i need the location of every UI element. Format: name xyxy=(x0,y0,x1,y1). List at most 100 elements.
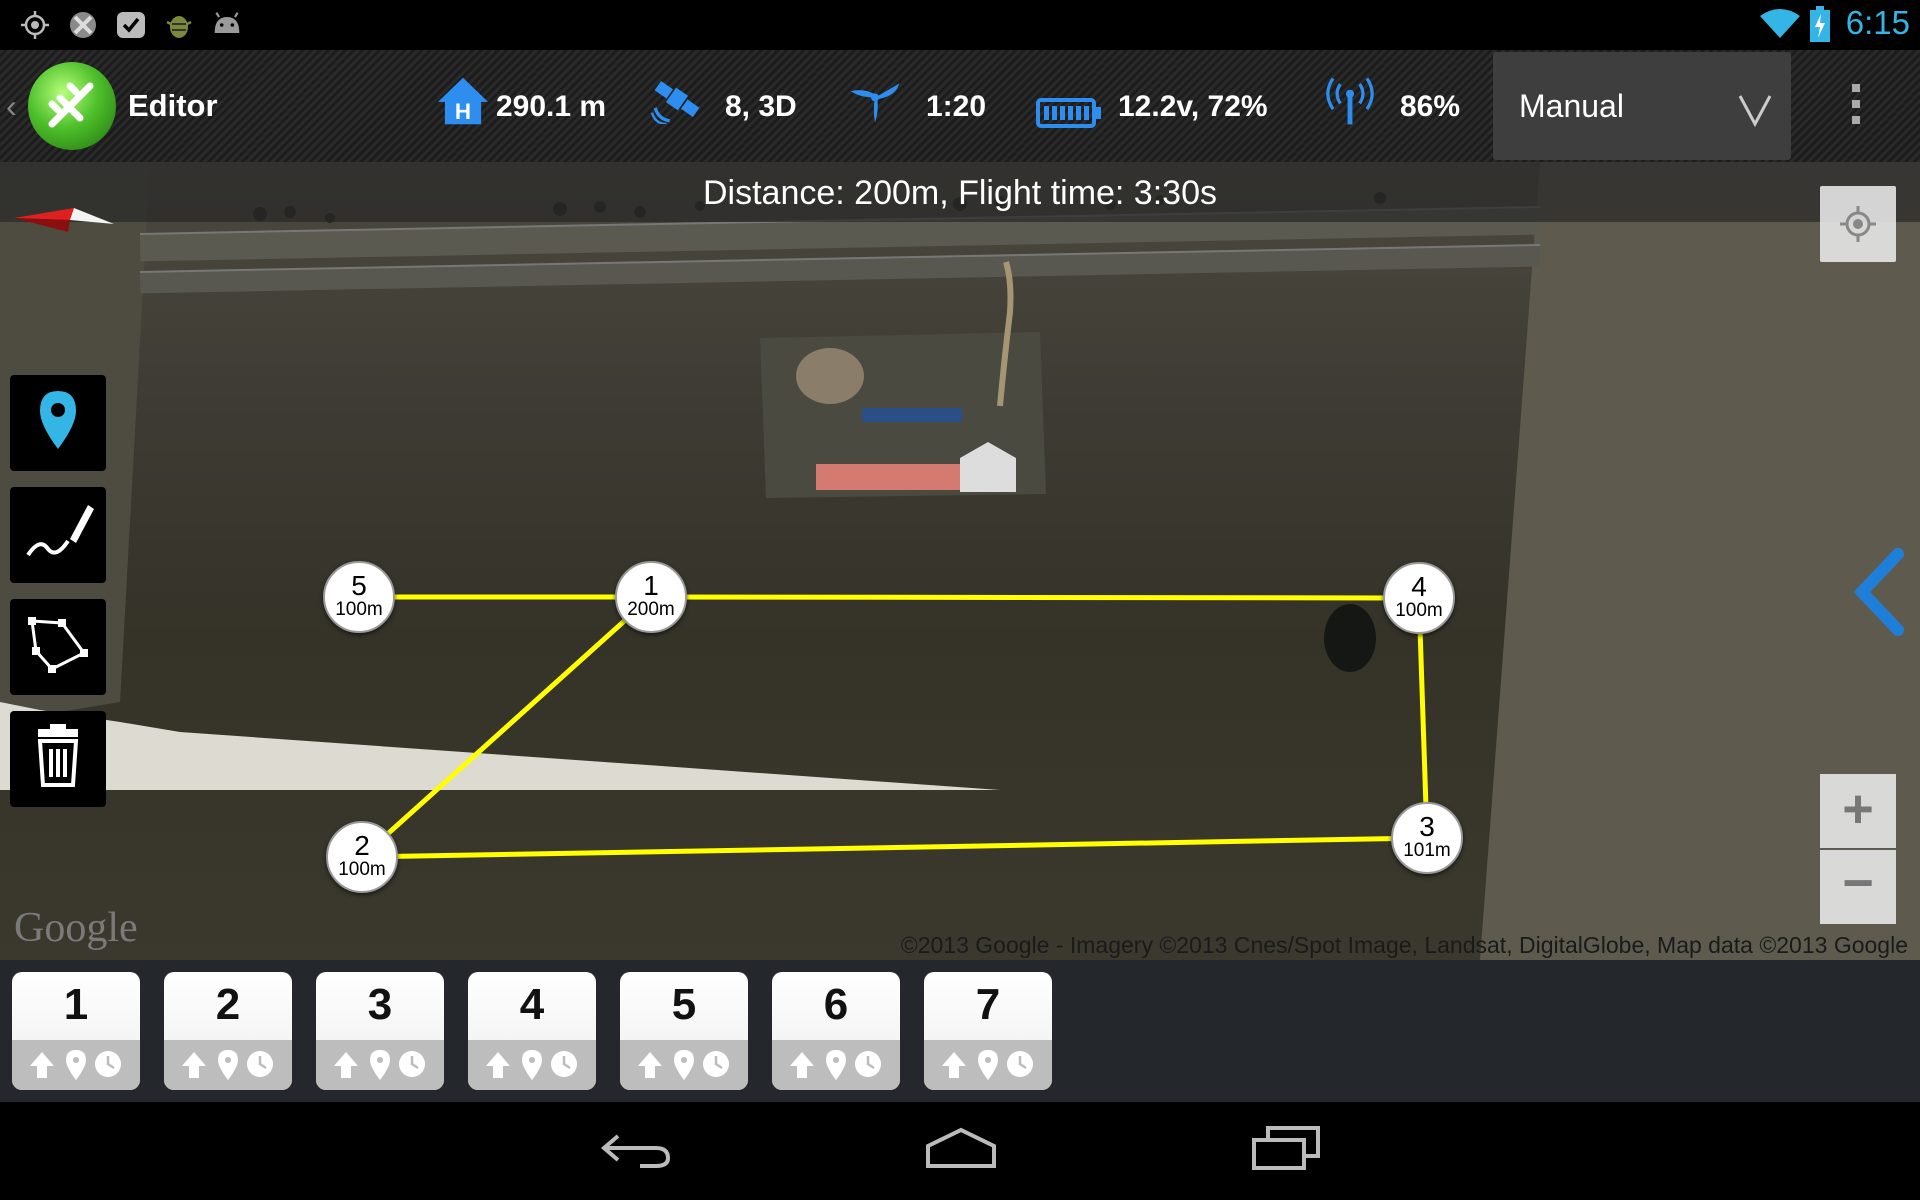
location-pin-icon xyxy=(66,1050,86,1080)
mission-item-card[interactable]: 2 xyxy=(164,972,292,1090)
clock-icon xyxy=(1007,1051,1033,1077)
overflow-menu-icon[interactable] xyxy=(1848,84,1864,126)
map-pin-icon xyxy=(40,391,76,449)
crosshair-icon xyxy=(1840,206,1876,242)
waypoint-marker[interactable]: 3 101m xyxy=(1391,802,1463,874)
waypoint-marker[interactable]: 5 100m xyxy=(323,561,395,633)
home-icon: H xyxy=(438,77,488,125)
gps-icon xyxy=(21,11,49,39)
location-pin-icon xyxy=(370,1050,390,1080)
altitude-arrow-icon xyxy=(638,1052,662,1078)
battery-charging-icon xyxy=(1810,6,1830,42)
location-pin-icon xyxy=(674,1050,694,1080)
flight-path xyxy=(359,594,1430,860)
my-location-button[interactable] xyxy=(1820,186,1896,262)
marker-tool-button[interactable] xyxy=(10,375,106,471)
mission-item-icon-row xyxy=(638,1050,729,1080)
mission-items-strip: 1 2 3 4 5 6 7 xyxy=(0,960,1920,1102)
back-icon[interactable] xyxy=(600,1124,672,1174)
system-nav-bar xyxy=(0,1102,1920,1200)
satellite-icon xyxy=(650,80,700,124)
home-distance: 290.1 m xyxy=(496,90,607,123)
dropdown-arrow-icon xyxy=(1738,95,1772,128)
up-chevron-icon[interactable]: ‹ xyxy=(6,88,17,125)
polygon-icon xyxy=(28,617,88,673)
mission-item-icon-row xyxy=(334,1050,425,1080)
flight-mode-value: Manual xyxy=(1519,88,1624,124)
draw-path-tool-button[interactable] xyxy=(10,487,106,583)
svg-text:H: H xyxy=(455,99,471,124)
zoom-in-button[interactable]: + xyxy=(1820,774,1896,848)
map-view[interactable]: Distance: 200m, Flight time: 3:30s + − 1… xyxy=(0,162,1920,960)
waypoint-marker[interactable]: 1 200m xyxy=(615,561,687,633)
screen-title: Editor xyxy=(128,88,218,123)
app-notification-icon xyxy=(70,12,96,38)
mission-summary: Distance: 200m, Flight time: 3:30s xyxy=(702,174,1217,212)
mission-item-icon-row xyxy=(790,1050,881,1080)
mission-item-icons xyxy=(164,1040,292,1090)
mission-item-icon-row xyxy=(182,1050,273,1080)
flight-mode-dropdown[interactable]: Manual xyxy=(1493,52,1791,160)
mission-item-icons xyxy=(468,1040,596,1090)
clock-icon xyxy=(95,1051,121,1077)
battery-status: 12.2v, 72% xyxy=(1118,90,1268,123)
propeller-icon xyxy=(850,83,900,123)
signal-strength: 86% xyxy=(1400,90,1461,123)
recent-apps-icon[interactable] xyxy=(1250,1124,1322,1174)
status-bar: 6:15 xyxy=(0,0,1920,50)
google-logo: Google xyxy=(14,905,138,951)
clock-icon xyxy=(551,1051,577,1077)
battery-icon xyxy=(1036,98,1101,128)
location-pin-icon xyxy=(218,1050,238,1080)
pencil-draw-icon xyxy=(26,505,94,557)
zoom-out-button[interactable]: − xyxy=(1820,850,1896,924)
gps-status: 8, 3D xyxy=(725,90,797,123)
satellite-imagery xyxy=(0,162,1920,960)
waypoint-marker[interactable]: 2 100m xyxy=(326,821,398,893)
map-attribution: ©2013 Google - Imagery ©2013 Cnes/Spot I… xyxy=(900,932,1908,958)
polygon-tool-button[interactable] xyxy=(10,599,106,695)
location-pin-icon xyxy=(522,1050,542,1080)
clock-icon xyxy=(399,1051,425,1077)
mission-item-icons xyxy=(772,1040,900,1090)
rotor-ratio: 1:20 xyxy=(926,90,987,123)
clock-icon xyxy=(247,1051,273,1077)
app-logo[interactable] xyxy=(28,62,116,150)
plane-icon xyxy=(48,82,94,128)
location-pin-icon xyxy=(826,1050,846,1080)
check-icon xyxy=(117,12,145,38)
clock: 6:15 xyxy=(1845,4,1910,41)
waypoint-marker[interactable]: 4 100m xyxy=(1383,562,1455,634)
altitude-arrow-icon xyxy=(182,1052,206,1078)
wifi-icon xyxy=(1760,9,1800,38)
clear-mission-button[interactable] xyxy=(10,711,106,807)
mission-item-card[interactable]: 7 xyxy=(924,972,1052,1090)
mission-item-icons xyxy=(924,1040,1052,1090)
mission-item-icons xyxy=(12,1040,140,1090)
mission-item-card[interactable]: 1 xyxy=(12,972,140,1090)
compass-icon xyxy=(14,208,114,232)
clock-icon xyxy=(703,1051,729,1077)
mission-info-bar: Distance: 200m, Flight time: 3:30s xyxy=(0,162,1920,222)
altitude-arrow-icon xyxy=(790,1052,814,1078)
altitude-arrow-icon xyxy=(30,1052,54,1078)
mission-item-icon-row xyxy=(486,1050,577,1080)
mission-item-card[interactable]: 6 xyxy=(772,972,900,1090)
signal-icon xyxy=(1326,77,1374,125)
mission-item-card[interactable]: 3 xyxy=(316,972,444,1090)
home-nav-icon[interactable] xyxy=(922,1124,1000,1174)
mission-item-icon-row xyxy=(30,1050,121,1080)
mission-item-card[interactable]: 5 xyxy=(620,972,748,1090)
mission-item-icons xyxy=(620,1040,748,1090)
mission-item-icons xyxy=(316,1040,444,1090)
debug-bug-icon xyxy=(166,16,192,38)
trash-icon xyxy=(37,724,79,787)
altitude-arrow-icon xyxy=(486,1052,510,1078)
android-icon xyxy=(214,12,240,33)
altitude-arrow-icon xyxy=(334,1052,358,1078)
mission-item-icon-row xyxy=(942,1050,1033,1080)
drawer-chevron-left-icon[interactable] xyxy=(1852,548,1908,636)
altitude-arrow-icon xyxy=(942,1052,966,1078)
clock-icon xyxy=(855,1051,881,1077)
mission-item-card[interactable]: 4 xyxy=(468,972,596,1090)
